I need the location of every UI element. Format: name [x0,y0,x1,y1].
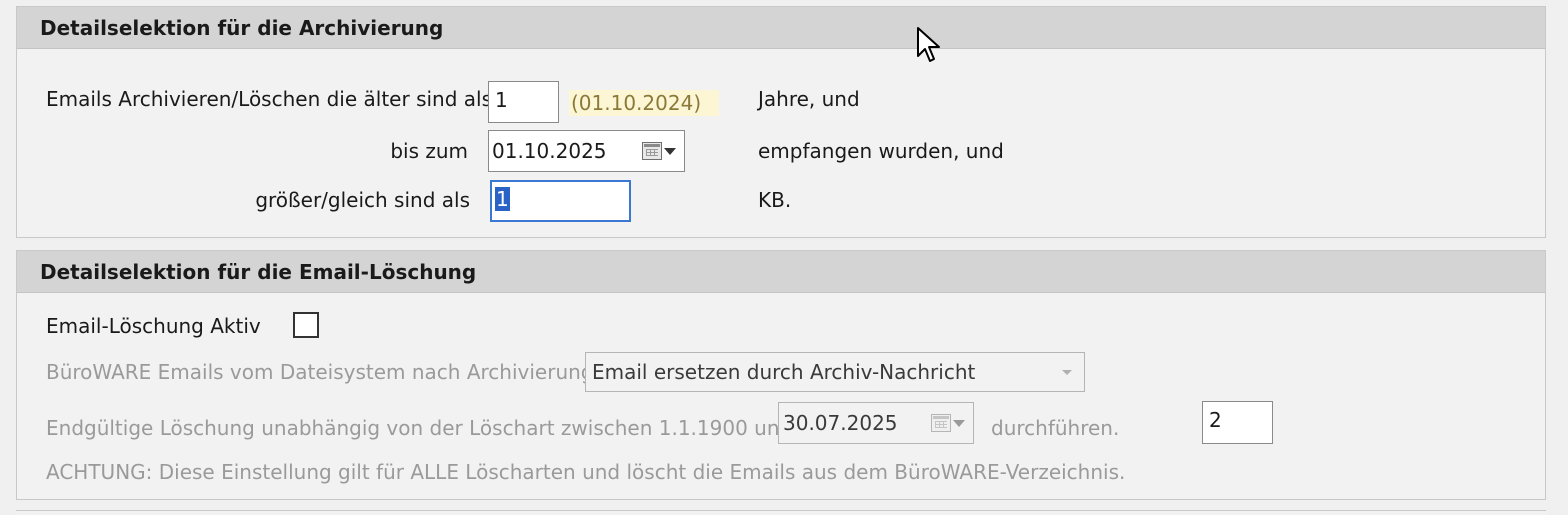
chevron-down-icon [664,147,676,155]
deletion-active-checkbox[interactable] [293,312,319,338]
until-suffix: empfangen wurden, und [758,139,1004,163]
mouse-pointer-icon [917,27,940,62]
deletion-active-label: Email-Löschung Aktiv [46,314,261,338]
next-section-edge [16,510,1546,515]
size-value: 1 [495,187,510,211]
final-deletion-number-input[interactable]: 2 [1202,401,1273,444]
calendar-dropdown-button[interactable] [642,142,676,160]
deletion-mode-value: Email ersetzen durch Archiv-Nachricht [592,360,976,384]
deletion-warning: ACHTUNG: Diese Einstellung gilt für ALLE… [46,460,1126,484]
final-deletion-date-value: 30.07.2025 [783,411,898,435]
final-deletion-number-value: 2 [1209,408,1222,432]
final-deletion-date-input[interactable]: 30.07.2025 [778,402,974,444]
until-date-input[interactable]: 01.10.2025 [488,130,685,172]
older-than-label: Emails Archivieren/Löschen die älter sin… [46,87,493,111]
deletion-mode-label: BüroWARE Emails vom Dateisystem nach Arc… [46,360,594,384]
deletion-section-title: Detailselektion für die Email-Löschung [17,251,1545,293]
final-deletion-label: Endgültige Löschung unabhängig von der L… [46,416,793,440]
older-than-unit: Jahre, und [758,87,860,111]
archive-section-title: Detailselektion für die Archivierung [17,7,1545,49]
size-unit: KB. [758,188,792,212]
size-label: größer/gleich sind als [255,188,470,212]
older-than-value: 1 [495,88,508,112]
until-label: bis zum [390,139,468,163]
calendar-dropdown-button[interactable] [931,414,965,432]
chevron-down-icon [1062,369,1072,375]
older-than-input[interactable]: 1 [488,81,559,123]
calendar-icon [642,142,662,160]
size-input[interactable]: 1 [490,180,631,222]
until-date-value: 01.10.2025 [492,139,607,163]
calendar-icon [931,414,951,432]
older-than-date-hint: (01.10.2024) [569,90,720,116]
deletion-mode-select[interactable]: Email ersetzen durch Archiv-Nachricht [585,352,1085,392]
chevron-down-icon [953,419,965,427]
final-deletion-suffix: durchführen. [991,416,1120,440]
